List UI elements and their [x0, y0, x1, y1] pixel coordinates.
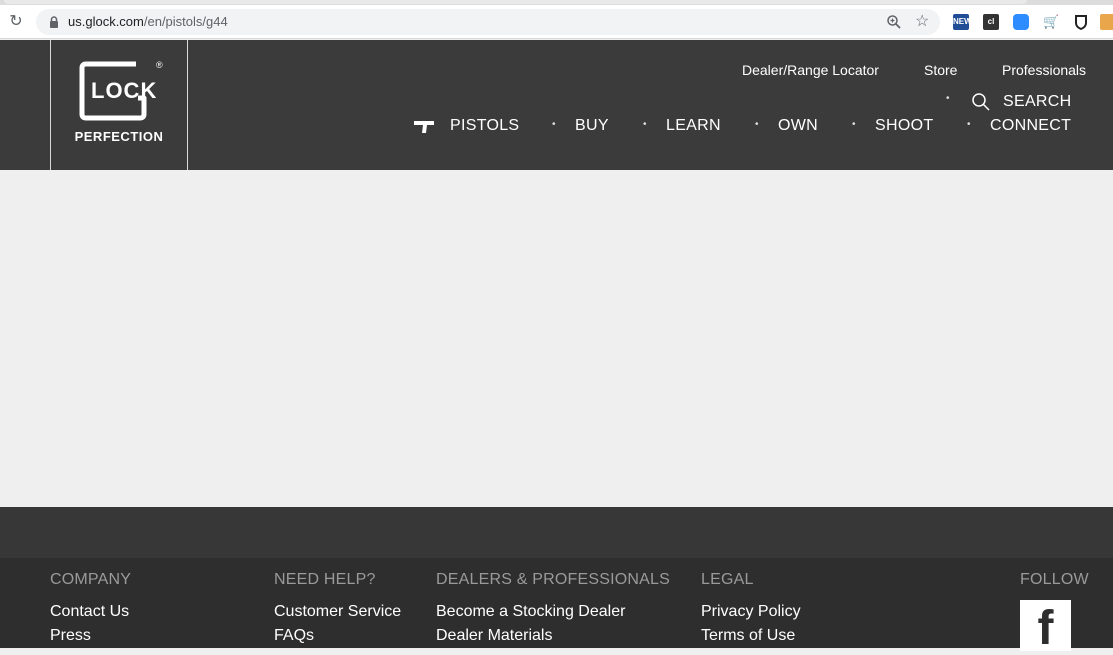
search-icon[interactable] — [971, 92, 991, 112]
shield-extension-icon[interactable] — [1073, 14, 1089, 30]
footer-top-band — [0, 507, 1113, 558]
footer-heading-company: COMPANY — [50, 571, 132, 588]
separator-dot: • — [755, 119, 759, 130]
lock-icon — [50, 16, 58, 28]
customer-service-link[interactable]: Customer Service — [274, 603, 401, 621]
nav-learn[interactable]: LEARN — [666, 117, 721, 135]
extension-orange-icon[interactable] — [1100, 14, 1113, 30]
dealer-range-locator-link[interactable]: Dealer/Range Locator — [742, 62, 879, 78]
zoom-extension-icon[interactable] — [1013, 14, 1029, 30]
nav-pistols[interactable]: PISTOLS — [450, 117, 519, 135]
glock-logo[interactable]: ® LOCK PERFECTION — [50, 40, 188, 170]
facebook-icon[interactable]: f — [1020, 600, 1071, 655]
site-header: ® LOCK PERFECTION Dealer/Range Locator S… — [0, 40, 1113, 170]
footer-heading-follow: FOLLOW — [1020, 571, 1089, 588]
footer-heading-help: NEED HELP? — [274, 571, 376, 588]
nav-own[interactable]: OWN — [778, 117, 818, 135]
separator-dot: • — [643, 119, 647, 130]
main-content — [0, 170, 1113, 507]
site-footer: COMPANY Contact Us Press NEED HELP? Cust… — [0, 558, 1113, 655]
registered-mark: ® — [156, 60, 163, 70]
url-text[interactable]: us.glock.com/en/pistols/g44 — [68, 9, 228, 35]
faqs-link[interactable]: FAQs — [274, 627, 314, 645]
footer-heading-legal: LEGAL — [701, 571, 754, 588]
separator-dot: • — [967, 119, 971, 130]
search-button[interactable]: SEARCH — [1003, 93, 1071, 111]
facebook-glyph: f — [1037, 602, 1054, 655]
bookmark-star-icon[interactable]: ☆ — [915, 12, 929, 32]
press-link[interactable]: Press — [50, 627, 91, 645]
stocking-dealer-link[interactable]: Become a Stocking Dealer — [436, 603, 625, 621]
cart-extension-icon[interactable]: 🛒 — [1043, 14, 1059, 30]
extension-new-icon[interactable]: NEW — [953, 14, 972, 30]
contact-us-link[interactable]: Contact Us — [50, 603, 129, 621]
address-bar[interactable]: us.glock.com/en/pistols/g44 ☆ — [36, 9, 940, 35]
zoom-icon[interactable] — [886, 14, 902, 30]
logo-tagline: PERFECTION — [74, 129, 164, 144]
url-host: us.glock.com — [68, 14, 144, 29]
pistol-icon — [414, 121, 434, 133]
professionals-link[interactable]: Professionals — [1002, 62, 1086, 78]
extension-cl-icon[interactable]: cl — [983, 14, 999, 30]
separator-dot: • — [946, 93, 950, 104]
logo-wordmark: LOCK — [91, 78, 158, 103]
footer-heading-dealers: DEALERS & PROFESSIONALS — [436, 571, 671, 588]
active-tab[interactable] — [4, 0, 1027, 4]
url-path: /en/pistols/g44 — [143, 14, 228, 29]
nav-shoot[interactable]: SHOOT — [875, 117, 933, 135]
reload-icon[interactable]: ↻ — [6, 12, 26, 32]
privacy-policy-link[interactable]: Privacy Policy — [701, 603, 801, 621]
nav-buy[interactable]: BUY — [575, 117, 609, 135]
separator-dot: • — [852, 119, 856, 130]
store-link[interactable]: Store — [924, 62, 957, 78]
nav-connect[interactable]: CONNECT — [990, 117, 1071, 135]
terms-of-use-link[interactable]: Terms of Use — [701, 627, 795, 645]
dealer-materials-link[interactable]: Dealer Materials — [436, 627, 552, 645]
separator-dot: • — [552, 119, 556, 130]
browser-toolbar: ↻ us.glock.com/en/pistols/g44 ☆ NEW cl 🛒 — [0, 5, 1113, 39]
